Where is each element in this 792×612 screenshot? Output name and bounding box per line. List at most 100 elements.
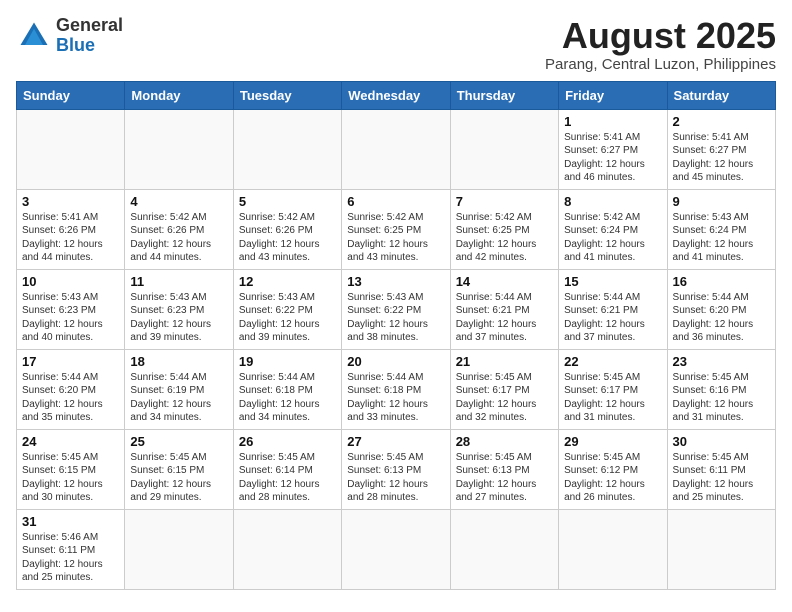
day-number: 3	[22, 194, 119, 209]
logo-icon	[16, 18, 52, 54]
week-row-3: 10 Sunrise: 5:43 AM Sunset: 6:23 PM Dayli…	[17, 269, 776, 349]
day-number: 20	[347, 354, 444, 369]
day-cell: 17Sunrise: 5:44 AM Sunset: 6:20 PM Dayli…	[17, 349, 125, 429]
day-cell: 31 Sunrise: 5:46 AM Sunset: 6:11 PM Dayli…	[17, 509, 125, 589]
day-cell	[450, 509, 558, 589]
week-row-2: 3 Sunrise: 5:41 AM Sunset: 6:26 PM Daylig…	[17, 189, 776, 269]
weekday-header-row: SundayMondayTuesdayWednesdayThursdayFrid…	[17, 81, 776, 109]
week-row-6: 31 Sunrise: 5:46 AM Sunset: 6:11 PM Dayli…	[17, 509, 776, 589]
day-cell	[450, 109, 558, 189]
day-cell	[342, 109, 450, 189]
day-cell: 8Sunrise: 5:42 AM Sunset: 6:24 PM Daylig…	[559, 189, 667, 269]
day-number: 7	[456, 194, 553, 209]
week-row-5: 24 Sunrise: 5:45 AM Sunset: 6:15 PM Dayli…	[17, 429, 776, 509]
day-info: Sunrise: 5:43 AM Sunset: 6:23 PM Dayligh…	[22, 291, 119, 345]
day-info: Sunrise: 5:46 AM Sunset: 6:11 PM Dayligh…	[22, 531, 119, 585]
week-row-4: 17Sunrise: 5:44 AM Sunset: 6:20 PM Dayli…	[17, 349, 776, 429]
day-number: 22	[564, 354, 661, 369]
day-info: Sunrise: 5:41 AM Sunset: 6:27 PM Dayligh…	[673, 131, 770, 185]
day-cell: 6Sunrise: 5:42 AM Sunset: 6:25 PM Daylig…	[342, 189, 450, 269]
weekday-header-wednesday: Wednesday	[342, 81, 450, 109]
day-info: Sunrise: 5:45 AM Sunset: 6:15 PM Dayligh…	[130, 451, 227, 505]
day-cell	[342, 509, 450, 589]
day-cell: 2 Sunrise: 5:41 AM Sunset: 6:27 PM Daylig…	[667, 109, 775, 189]
logo: General Blue	[16, 16, 123, 56]
weekday-header-friday: Friday	[559, 81, 667, 109]
day-cell: 3 Sunrise: 5:41 AM Sunset: 6:26 PM Daylig…	[17, 189, 125, 269]
day-number: 24	[22, 434, 119, 449]
day-cell: 26 Sunrise: 5:45 AM Sunset: 6:14 PM Dayli…	[233, 429, 341, 509]
day-info: Sunrise: 5:45 AM Sunset: 6:12 PM Dayligh…	[564, 451, 661, 505]
day-number: 12	[239, 274, 336, 289]
day-cell: 23 Sunrise: 5:45 AM Sunset: 6:16 PM Dayli…	[667, 349, 775, 429]
day-info: Sunrise: 5:44 AM Sunset: 6:18 PM Dayligh…	[239, 371, 336, 425]
day-info: Sunrise: 5:44 AM Sunset: 6:18 PM Dayligh…	[347, 371, 444, 425]
calendar-title: August 2025	[545, 16, 776, 56]
day-info: Sunrise: 5:44 AM Sunset: 6:20 PM Dayligh…	[673, 291, 770, 345]
day-number: 14	[456, 274, 553, 289]
day-cell: 5Sunrise: 5:42 AM Sunset: 6:26 PM Daylig…	[233, 189, 341, 269]
day-info: Sunrise: 5:41 AM Sunset: 6:26 PM Dayligh…	[22, 211, 119, 265]
day-info: Sunrise: 5:42 AM Sunset: 6:24 PM Dayligh…	[564, 211, 661, 265]
day-number: 26	[239, 434, 336, 449]
day-cell: 11Sunrise: 5:43 AM Sunset: 6:23 PM Dayli…	[125, 269, 233, 349]
day-number: 28	[456, 434, 553, 449]
day-cell: 25Sunrise: 5:45 AM Sunset: 6:15 PM Dayli…	[125, 429, 233, 509]
title-area: August 2025 Parang, Central Luzon, Phili…	[545, 16, 776, 73]
day-info: Sunrise: 5:44 AM Sunset: 6:19 PM Dayligh…	[130, 371, 227, 425]
day-cell	[17, 109, 125, 189]
day-info: Sunrise: 5:45 AM Sunset: 6:16 PM Dayligh…	[673, 371, 770, 425]
day-number: 1	[564, 114, 661, 129]
day-number: 5	[239, 194, 336, 209]
weekday-header-thursday: Thursday	[450, 81, 558, 109]
day-cell: 4 Sunrise: 5:42 AM Sunset: 6:26 PM Daylig…	[125, 189, 233, 269]
day-cell	[667, 509, 775, 589]
day-number: 16	[673, 274, 770, 289]
day-info: Sunrise: 5:45 AM Sunset: 6:13 PM Dayligh…	[456, 451, 553, 505]
day-info: Sunrise: 5:45 AM Sunset: 6:15 PM Dayligh…	[22, 451, 119, 505]
day-number: 13	[347, 274, 444, 289]
day-info: Sunrise: 5:43 AM Sunset: 6:23 PM Dayligh…	[130, 291, 227, 345]
day-number: 23	[673, 354, 770, 369]
day-cell: 15Sunrise: 5:44 AM Sunset: 6:21 PM Dayli…	[559, 269, 667, 349]
calendar-subtitle: Parang, Central Luzon, Philippines	[545, 56, 776, 73]
day-cell	[233, 109, 341, 189]
day-number: 27	[347, 434, 444, 449]
day-cell: 18 Sunrise: 5:44 AM Sunset: 6:19 PM Dayli…	[125, 349, 233, 429]
day-cell: 9 Sunrise: 5:43 AM Sunset: 6:24 PM Daylig…	[667, 189, 775, 269]
day-info: Sunrise: 5:42 AM Sunset: 6:26 PM Dayligh…	[130, 211, 227, 265]
day-number: 19	[239, 354, 336, 369]
day-info: Sunrise: 5:45 AM Sunset: 6:13 PM Dayligh…	[347, 451, 444, 505]
day-number: 29	[564, 434, 661, 449]
day-cell	[125, 509, 233, 589]
day-number: 4	[130, 194, 227, 209]
logo-text: General Blue	[56, 16, 123, 56]
day-cell: 21Sunrise: 5:45 AM Sunset: 6:17 PM Dayli…	[450, 349, 558, 429]
day-number: 18	[130, 354, 227, 369]
day-number: 31	[22, 514, 119, 529]
calendar-table: SundayMondayTuesdayWednesdayThursdayFrid…	[16, 81, 776, 590]
weekday-header-monday: Monday	[125, 81, 233, 109]
day-cell: 27 Sunrise: 5:45 AM Sunset: 6:13 PM Dayli…	[342, 429, 450, 509]
day-number: 9	[673, 194, 770, 209]
day-cell: 30 Sunrise: 5:45 AM Sunset: 6:11 PM Dayli…	[667, 429, 775, 509]
day-info: Sunrise: 5:45 AM Sunset: 6:11 PM Dayligh…	[673, 451, 770, 505]
day-info: Sunrise: 5:42 AM Sunset: 6:25 PM Dayligh…	[456, 211, 553, 265]
day-info: Sunrise: 5:45 AM Sunset: 6:14 PM Dayligh…	[239, 451, 336, 505]
day-info: Sunrise: 5:41 AM Sunset: 6:27 PM Dayligh…	[564, 131, 661, 185]
day-number: 2	[673, 114, 770, 129]
day-info: Sunrise: 5:43 AM Sunset: 6:22 PM Dayligh…	[239, 291, 336, 345]
day-number: 17	[22, 354, 119, 369]
header: General Blue August 2025 Parang, Central…	[16, 16, 776, 73]
day-cell	[233, 509, 341, 589]
day-number: 10	[22, 274, 119, 289]
weekday-header-tuesday: Tuesday	[233, 81, 341, 109]
weekday-header-sunday: Sunday	[17, 81, 125, 109]
day-info: Sunrise: 5:43 AM Sunset: 6:24 PM Dayligh…	[673, 211, 770, 265]
day-cell: 24 Sunrise: 5:45 AM Sunset: 6:15 PM Dayli…	[17, 429, 125, 509]
day-info: Sunrise: 5:45 AM Sunset: 6:17 PM Dayligh…	[564, 371, 661, 425]
day-number: 30	[673, 434, 770, 449]
day-cell: 29 Sunrise: 5:45 AM Sunset: 6:12 PM Dayli…	[559, 429, 667, 509]
day-cell: 28 Sunrise: 5:45 AM Sunset: 6:13 PM Dayli…	[450, 429, 558, 509]
day-info: Sunrise: 5:44 AM Sunset: 6:21 PM Dayligh…	[564, 291, 661, 345]
